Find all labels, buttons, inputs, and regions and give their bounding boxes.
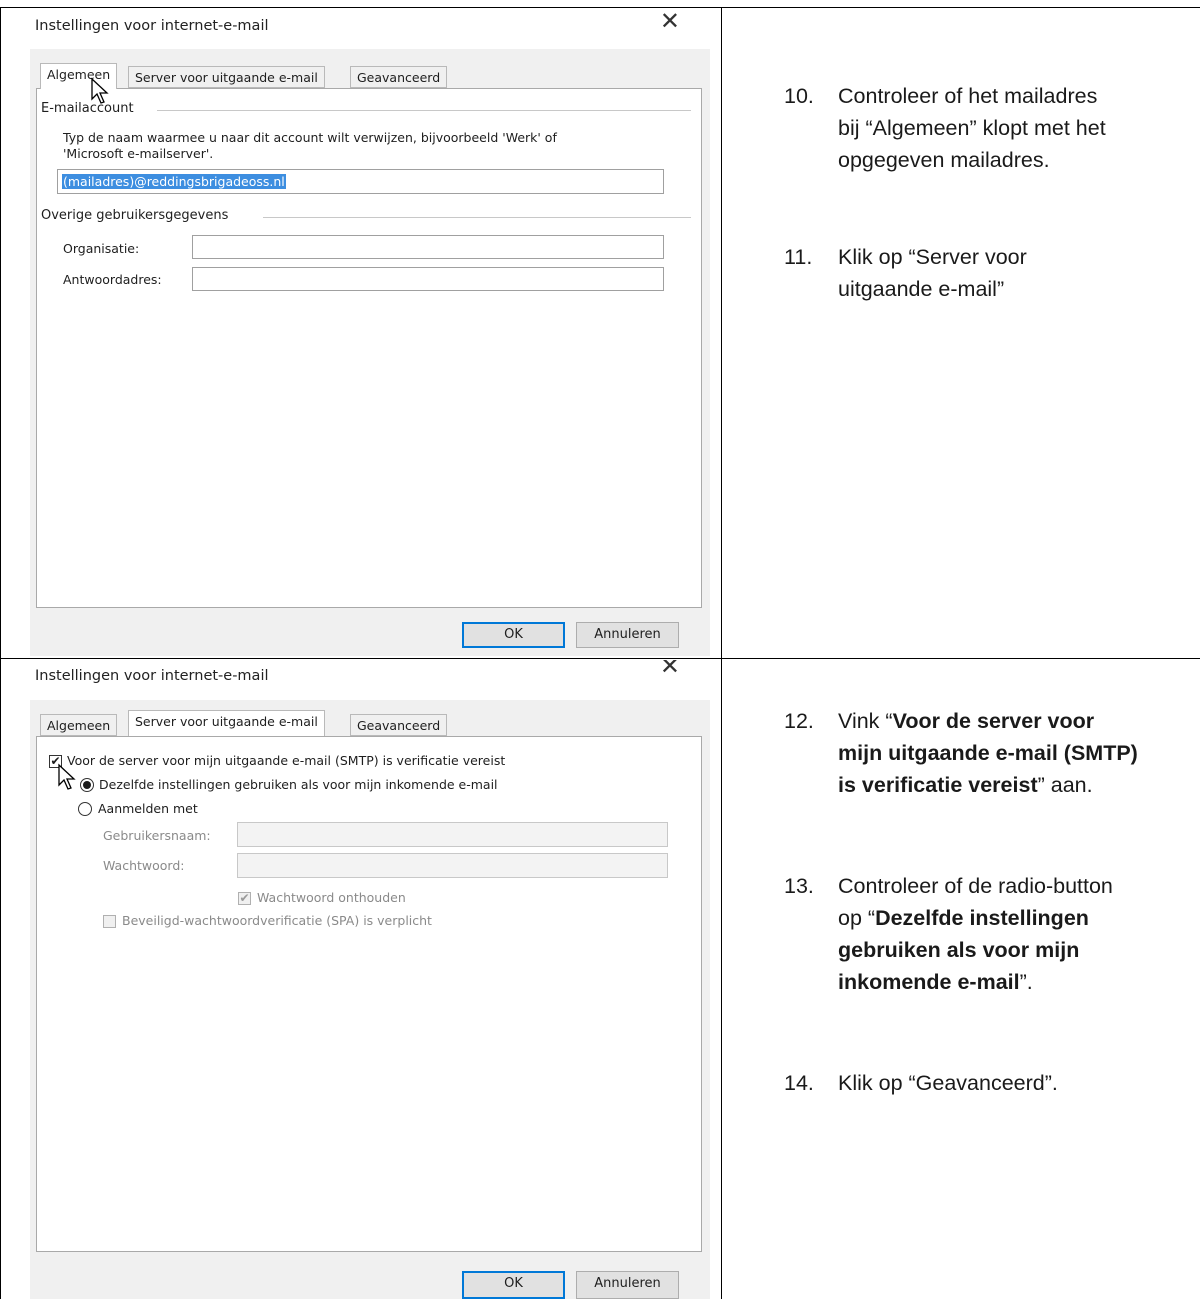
instruction-step-14: 14. Klik op “Geavanceerd”. <box>784 1067 1200 1107</box>
tab-outgoing-server[interactable]: Server voor uitgaande e-mail <box>128 710 325 736</box>
smtp-auth-label: Voor de server voor mijn uitgaande e-mai… <box>67 753 506 768</box>
step-text-line: opgegeven mailadres. <box>838 148 1050 172</box>
remember-password-label: Wachtwoord onthouden <box>257 890 406 905</box>
step-number: 13. <box>784 874 814 898</box>
step-text: Controleer of de radio-button op “Dezelf… <box>838 870 1113 998</box>
step-text-line: Controleer of het mailadres <box>838 84 1098 108</box>
same-settings-label: Dezelfde instellingen gebruiken als voor… <box>99 777 498 792</box>
dialog-titlebar: Instellingen voor internet-e-mail ✕ <box>30 9 710 49</box>
step-text-line: inkomende e-mail”. <box>838 970 1033 994</box>
group-divider <box>157 110 691 111</box>
table-row-divider <box>0 658 1200 659</box>
account-name-value: (mailadres)@reddingsbrigadeoss.nl <box>62 174 286 189</box>
step-text: Klik op “Geavanceerd”. <box>838 1067 1058 1099</box>
tab-advanced[interactable]: Geavanceerd <box>350 714 448 736</box>
mouse-pointer-icon <box>91 77 109 104</box>
mouse-pointer-icon <box>58 763 76 790</box>
close-icon[interactable]: ✕ <box>660 9 680 35</box>
cancel-button[interactable]: Annuleren <box>576 1271 679 1299</box>
username-label: Gebruikersnaam: <box>103 828 211 843</box>
table-border-left <box>0 7 1 1299</box>
tab-general[interactable]: Algemeen <box>40 714 118 736</box>
account-name-input[interactable]: (mailadres)@reddingsbrigadeoss.nl <box>57 169 664 194</box>
step-text: Klik op “Server voor uitgaande e-mail” <box>838 241 1027 305</box>
login-with-radio[interactable] <box>78 802 92 816</box>
remember-password-checkbox[interactable]: ✔ <box>238 892 251 905</box>
step-text-line: Vink “Voor de server voor <box>838 709 1095 733</box>
cancel-button[interactable]: Annuleren <box>576 622 679 648</box>
step-number: 10. <box>784 84 814 108</box>
spa-label: Beveiligd-wachtwoordverificatie (SPA) is… <box>122 913 432 928</box>
step-text: Controleer of het mailadres bij “Algemee… <box>838 80 1106 176</box>
step-number: 12. <box>784 709 814 733</box>
ok-button[interactable]: OK <box>462 622 565 648</box>
username-input[interactable] <box>237 822 668 847</box>
group-other-user-info: Overige gebruikersgegevens <box>41 208 233 223</box>
step-text-line: Controleer of de radio-button <box>838 874 1113 898</box>
login-with-label: Aanmelden met <box>98 801 198 816</box>
step-number: 11. <box>784 245 813 269</box>
step-text: Vink “Voor de server voor mijn uitgaande… <box>838 705 1138 801</box>
step-text-line: Klik op “Server voor <box>838 245 1027 269</box>
instruction-step-12: 12. Vink “Voor de server voor mijn uitga… <box>784 705 1200 805</box>
account-description-line1: Typ de naam waarmee u naar dit account w… <box>63 130 557 145</box>
step-number: 14. <box>784 1071 814 1095</box>
step-text-line: mijn uitgaande e-mail (SMTP) <box>838 741 1138 765</box>
reply-address-input[interactable] <box>192 267 664 291</box>
organization-input[interactable] <box>192 235 664 259</box>
instruction-step-10: 10. Controleer of het mailadres bij “Alg… <box>784 80 1200 180</box>
instruction-step-11: 11. Klik op “Server voor uitgaande e-mai… <box>784 241 1200 311</box>
spa-checkbox[interactable] <box>103 915 116 928</box>
tab-panel-outgoing-server: ✔ Voor de server voor mijn uitgaande e-m… <box>36 736 702 1252</box>
instruction-step-13: 13. Controleer of de radio-button op “De… <box>784 870 1200 1000</box>
tab-outgoing-server[interactable]: Server voor uitgaande e-mail <box>128 66 325 88</box>
settings-dialog-general: Instellingen voor internet-e-mail ✕ Alge… <box>30 9 710 656</box>
step-text-line: op “Dezelfde instellingen <box>838 906 1089 930</box>
step-text-line: bij “Algemeen” klopt met het <box>838 116 1106 140</box>
account-description-line2: 'Microsoft e-mailserver'. <box>63 146 214 161</box>
step-text-line: uitgaande e-mail” <box>838 277 1005 301</box>
step-text-line: Klik op “Geavanceerd”. <box>838 1071 1058 1095</box>
same-settings-radio[interactable] <box>80 778 94 792</box>
dialog-titlebar: Instellingen voor internet-e-mail ✕ <box>30 660 710 700</box>
organization-label: Organisatie: <box>63 241 140 256</box>
table-column-divider <box>721 7 722 1299</box>
password-label: Wachtwoord: <box>103 858 185 873</box>
close-icon[interactable]: ✕ <box>660 660 680 680</box>
step-text-line: is verificatie vereist” aan. <box>838 773 1093 797</box>
step-text-line: gebruiken als voor mijn <box>838 938 1080 962</box>
table-border-top <box>0 7 1200 8</box>
dialog-title: Instellingen voor internet-e-mail <box>35 668 269 684</box>
settings-dialog-outgoing-server: Instellingen voor internet-e-mail ✕ Alge… <box>30 660 710 1299</box>
dialog-title: Instellingen voor internet-e-mail <box>35 18 269 34</box>
group-divider <box>263 217 691 218</box>
password-input[interactable] <box>237 853 668 878</box>
ok-button[interactable]: OK <box>462 1271 565 1299</box>
tab-panel-general: E-mailaccount Typ de naam waarmee u naar… <box>36 88 702 608</box>
reply-address-label: Antwoordadres: <box>63 272 162 287</box>
tab-advanced[interactable]: Geavanceerd <box>350 66 448 88</box>
